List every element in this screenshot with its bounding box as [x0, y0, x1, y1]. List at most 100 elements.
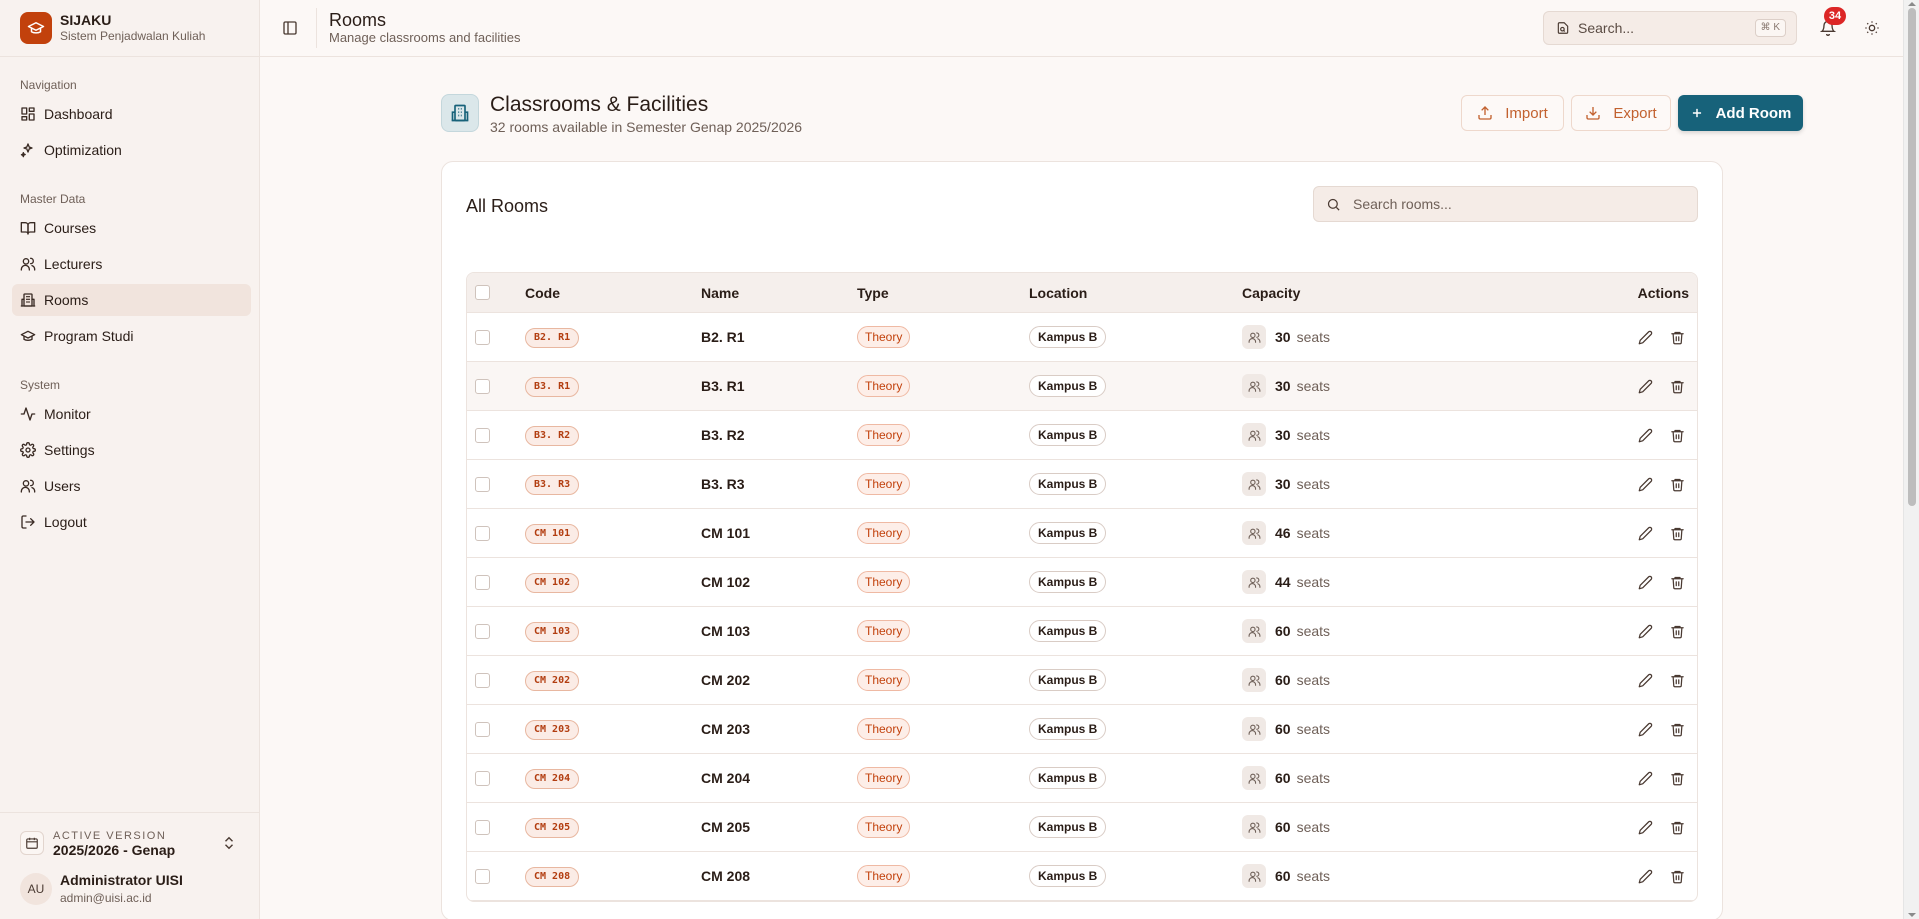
- sidebar-item-courses[interactable]: Courses: [12, 212, 251, 244]
- row-checkbox[interactable]: [475, 427, 490, 443]
- sidebar-item-users[interactable]: Users: [12, 470, 251, 502]
- table-row[interactable]: B3. R1 B3. R1 Theory Kampus B 30 seats: [467, 362, 1697, 411]
- sidebar-item-lecturers[interactable]: Lecturers: [12, 248, 251, 280]
- row-checkbox[interactable]: [475, 868, 490, 884]
- rooms-search-input[interactable]: Search rooms...: [1313, 186, 1698, 222]
- edit-icon[interactable]: [1635, 621, 1655, 641]
- room-name: CM 204: [701, 770, 751, 786]
- row-checkbox[interactable]: [475, 378, 490, 394]
- edit-icon[interactable]: [1635, 768, 1655, 788]
- sidebar-item-optimization[interactable]: Optimization: [12, 134, 251, 166]
- trash-icon[interactable]: [1667, 425, 1687, 445]
- scrollbar-thumb[interactable]: [1908, 8, 1916, 506]
- sidebar: SIJAKU Sistem Penjadwalan Kuliah Navigat…: [0, 0, 260, 919]
- edit-icon[interactable]: [1635, 572, 1655, 592]
- trash-icon[interactable]: [1667, 621, 1687, 641]
- table-row[interactable]: B3. R3 B3. R3 Theory Kampus B 30 seats: [467, 460, 1697, 509]
- scroll-up-icon[interactable]: [1908, 2, 1916, 6]
- trash-icon[interactable]: [1667, 327, 1687, 347]
- brand[interactable]: SIJAKU Sistem Penjadwalan Kuliah: [0, 0, 259, 57]
- layout-grid-icon: [20, 106, 36, 122]
- trash-icon[interactable]: [1667, 719, 1687, 739]
- edit-icon[interactable]: [1635, 817, 1655, 837]
- room-type-badge: Theory: [857, 669, 911, 691]
- users-icon: [1242, 423, 1266, 447]
- version-switcher[interactable]: ACTIVE VERSION 2025/2026 - Genap: [12, 823, 247, 863]
- column-header-capacity[interactable]: Capacity: [1242, 285, 1492, 301]
- capacity-unit: seats: [1296, 574, 1331, 590]
- edit-icon[interactable]: [1635, 425, 1655, 445]
- edit-icon[interactable]: [1635, 866, 1655, 886]
- upload-icon: [1477, 105, 1493, 121]
- trash-icon[interactable]: [1667, 817, 1687, 837]
- import-button[interactable]: Import: [1461, 95, 1564, 131]
- add-room-button[interactable]: Add Room: [1678, 95, 1803, 131]
- page-scrollbar[interactable]: [1903, 0, 1919, 919]
- capacity-unit: seats: [1296, 525, 1331, 541]
- room-type-badge: Theory: [857, 865, 911, 887]
- sidebar-item-settings[interactable]: Settings: [12, 434, 251, 466]
- trash-icon[interactable]: [1667, 768, 1687, 788]
- table-body: B2. R1 B2. R1 Theory Kampus B 30 seats B3. R1 B…: [467, 313, 1697, 901]
- trash-icon[interactable]: [1667, 670, 1687, 690]
- row-checkbox[interactable]: [475, 623, 490, 639]
- column-header-location[interactable]: Location: [1029, 285, 1242, 301]
- sidebar-item-program-studi[interactable]: Program Studi: [12, 320, 251, 352]
- edit-icon[interactable]: [1635, 719, 1655, 739]
- row-checkbox[interactable]: [475, 574, 490, 590]
- global-search[interactable]: Search... ⌘ K: [1543, 11, 1797, 45]
- column-header-code[interactable]: Code: [525, 285, 701, 301]
- capacity-value: 60: [1275, 770, 1291, 786]
- table-row[interactable]: B3. R2 B3. R2 Theory Kampus B 30 seats: [467, 411, 1697, 460]
- sidebar-item-label: Logout: [44, 514, 87, 530]
- users-icon: [1242, 766, 1266, 790]
- room-location-badge: Kampus B: [1029, 424, 1107, 446]
- scroll-down-icon[interactable]: [1908, 913, 1916, 917]
- table-row[interactable]: CM 101 CM 101 Theory Kampus B 46 seats: [467, 509, 1697, 558]
- trash-icon[interactable]: [1667, 474, 1687, 494]
- table-row[interactable]: CM 208 CM 208 Theory Kampus B 60 seats: [467, 852, 1697, 901]
- row-checkbox[interactable]: [475, 819, 490, 835]
- row-checkbox[interactable]: [475, 770, 490, 786]
- sidebar-item-monitor[interactable]: Monitor: [12, 398, 251, 430]
- trash-icon[interactable]: [1667, 376, 1687, 396]
- table-row[interactable]: CM 202 CM 202 Theory Kampus B 60 seats: [467, 656, 1697, 705]
- sidebar-nav: Navigation Dashboard Optimization Master Da…: [0, 57, 259, 538]
- users-icon: [1242, 717, 1266, 741]
- row-checkbox[interactable]: [475, 329, 490, 345]
- trash-icon[interactable]: [1667, 523, 1687, 543]
- table-row[interactable]: CM 205 CM 205 Theory Kampus B 60 seats: [467, 803, 1697, 852]
- trash-icon[interactable]: [1667, 572, 1687, 592]
- select-all-checkbox[interactable]: [475, 285, 490, 300]
- table-row[interactable]: CM 102 CM 102 Theory Kampus B 44 seats: [467, 558, 1697, 607]
- sidebar-item-dashboard[interactable]: Dashboard: [12, 98, 251, 130]
- table-row[interactable]: B2. R1 B2. R1 Theory Kampus B 30 seats: [467, 313, 1697, 362]
- row-checkbox[interactable]: [475, 525, 490, 541]
- table-row[interactable]: CM 204 CM 204 Theory Kampus B 60 seats: [467, 754, 1697, 803]
- sun-icon[interactable]: [1860, 16, 1884, 40]
- table-row[interactable]: CM 203 CM 203 Theory Kampus B 60 seats: [467, 705, 1697, 754]
- row-checkbox[interactable]: [475, 721, 490, 737]
- column-header-name[interactable]: Name: [701, 285, 857, 301]
- sidebar-item-logout[interactable]: Logout: [12, 506, 251, 538]
- trash-icon[interactable]: [1667, 866, 1687, 886]
- room-location-badge: Kampus B: [1029, 571, 1107, 593]
- edit-icon[interactable]: [1635, 523, 1655, 543]
- edit-icon[interactable]: [1635, 327, 1655, 347]
- edit-icon[interactable]: [1635, 376, 1655, 396]
- room-name: CM 101: [701, 525, 751, 541]
- column-header-type[interactable]: Type: [857, 285, 1029, 301]
- row-checkbox[interactable]: [475, 672, 490, 688]
- edit-icon[interactable]: [1635, 474, 1655, 494]
- export-button[interactable]: Export: [1571, 95, 1671, 131]
- room-type-badge: Theory: [857, 571, 911, 593]
- edit-icon[interactable]: [1635, 670, 1655, 690]
- row-checkbox[interactable]: [475, 476, 490, 492]
- room-code-badge: B2. R1: [525, 327, 580, 348]
- user-profile[interactable]: AU Administrator UISI admin@uisi.ac.id: [12, 867, 247, 911]
- sidebar-item-label: Program Studi: [44, 328, 134, 344]
- room-type-badge: Theory: [857, 326, 911, 348]
- sidebar-toggle-icon[interactable]: [276, 14, 304, 42]
- sidebar-item-rooms[interactable]: Rooms: [12, 284, 251, 316]
- table-row[interactable]: CM 103 CM 103 Theory Kampus B 60 seats: [467, 607, 1697, 656]
